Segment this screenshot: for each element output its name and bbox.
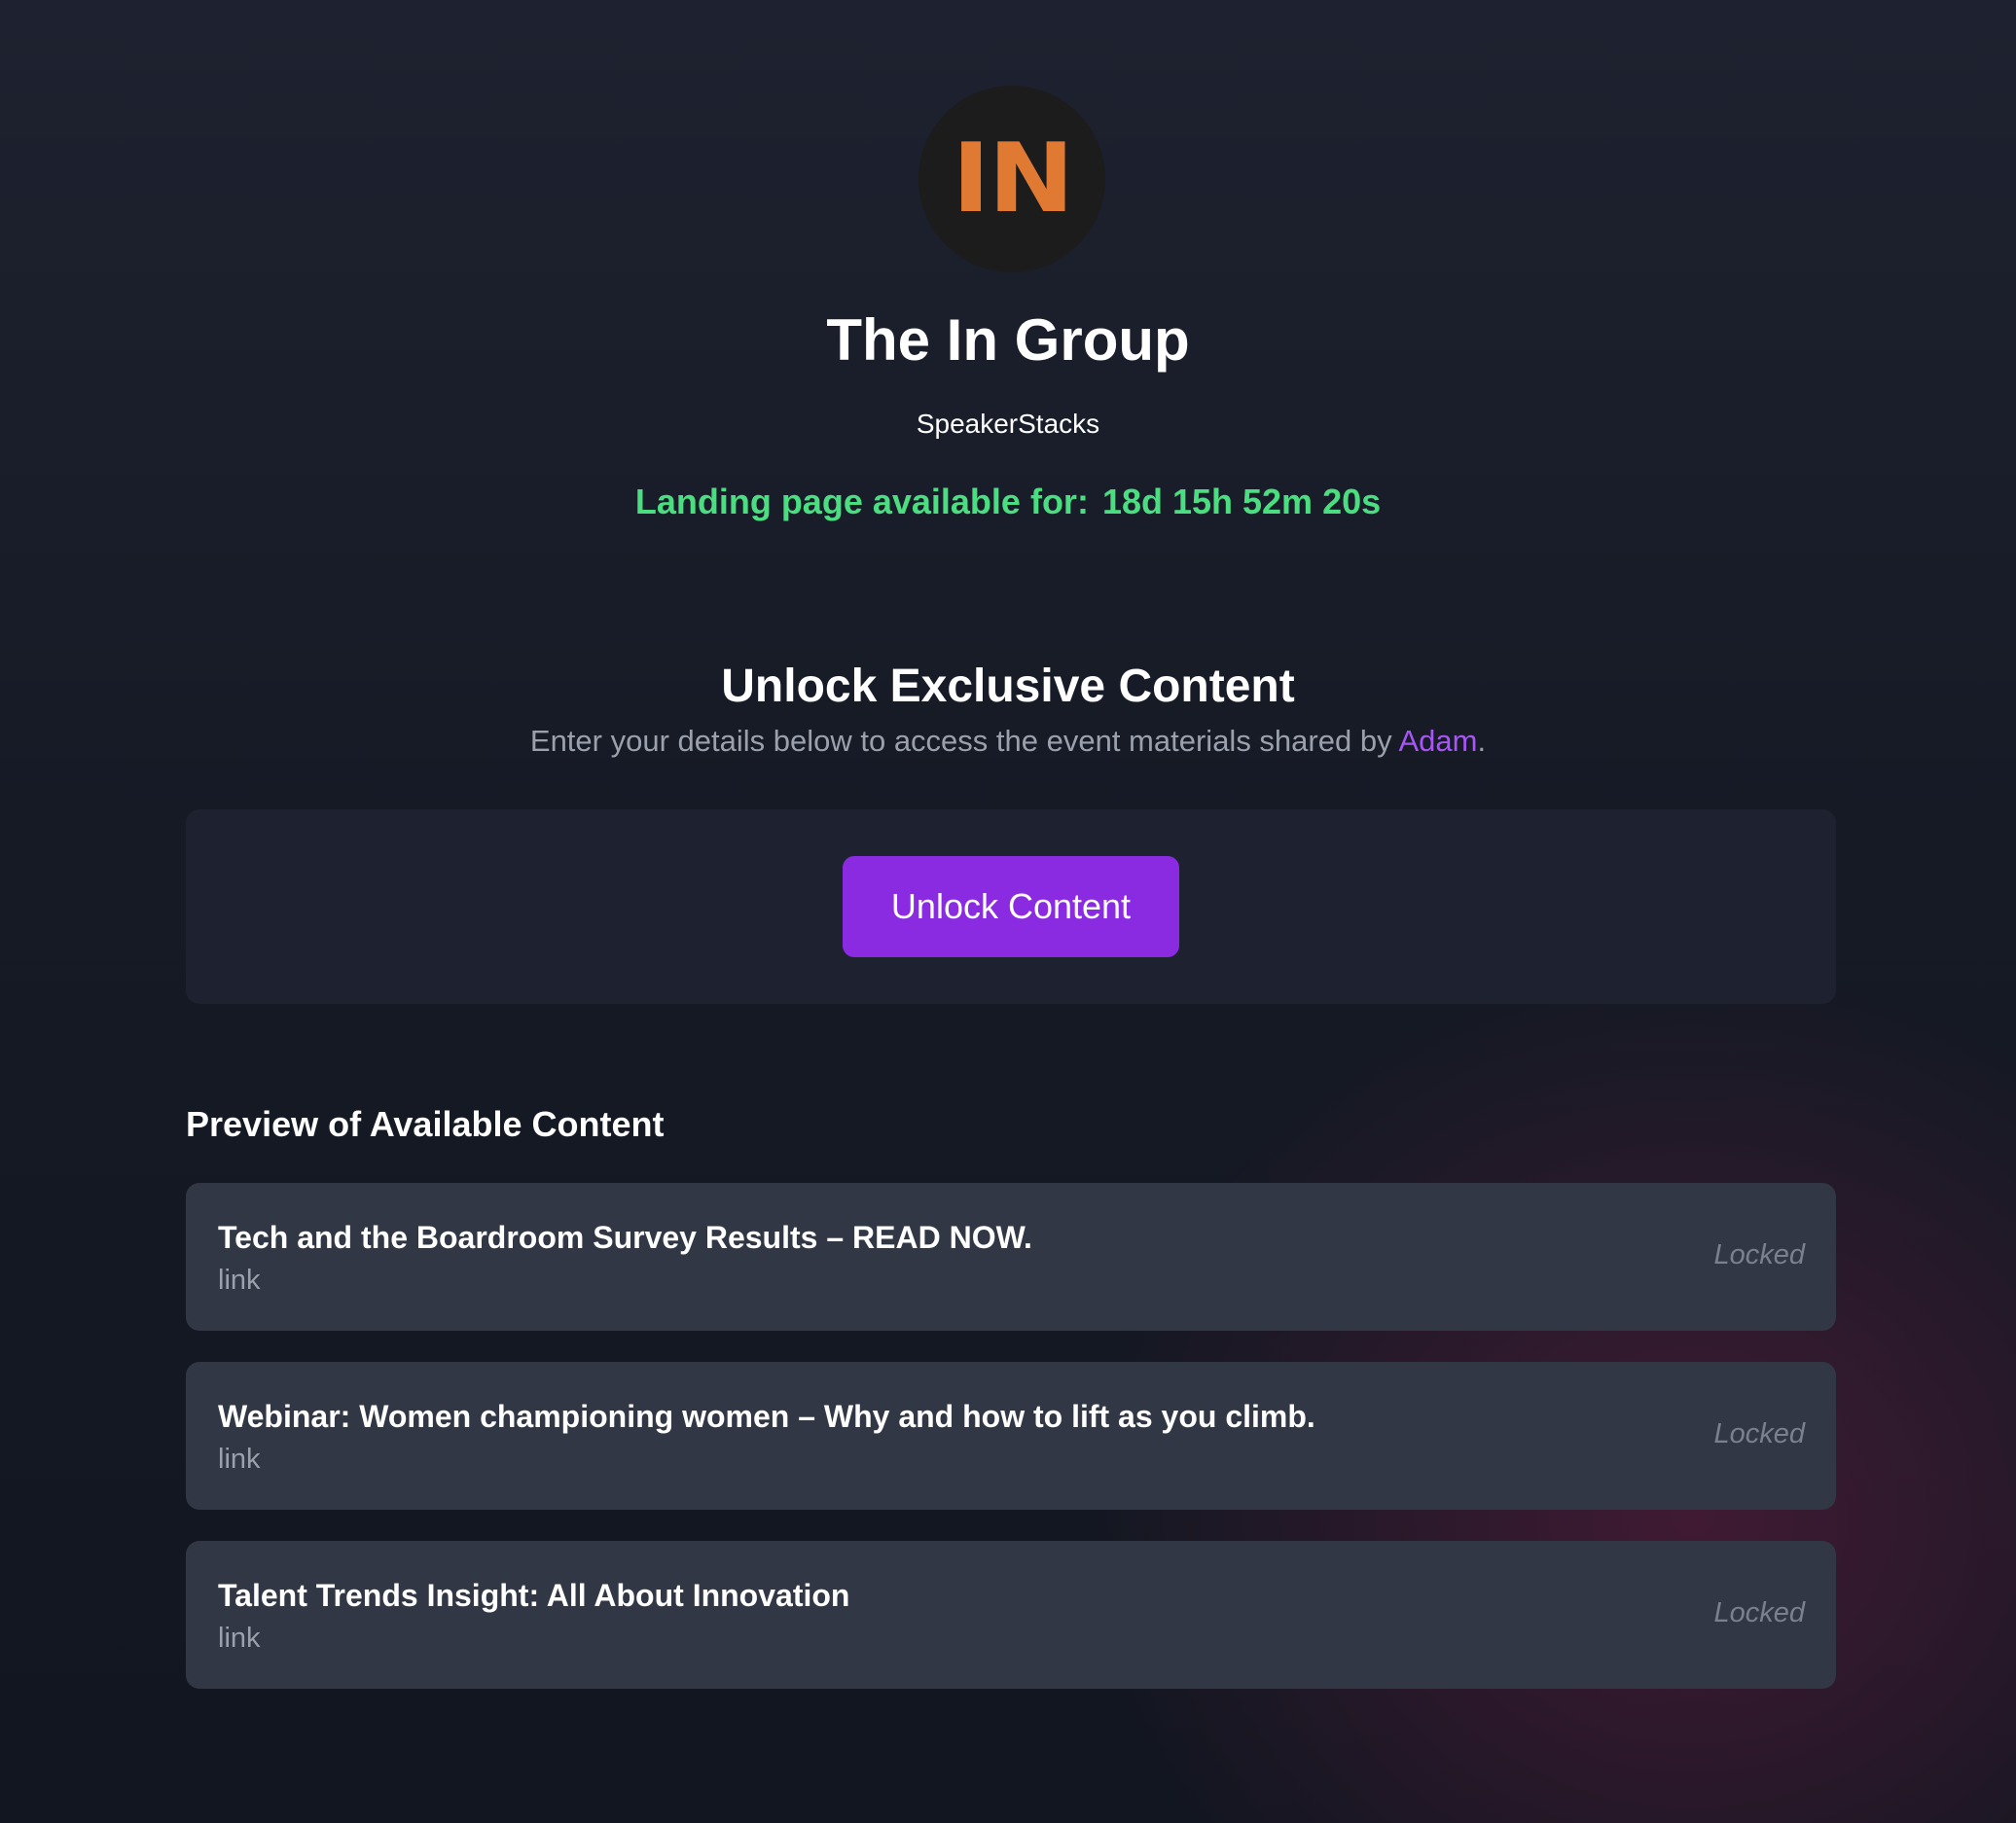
- unlock-heading: Unlock Exclusive Content: [721, 661, 1295, 712]
- content-item-type: link: [218, 1444, 261, 1475]
- content-item[interactable]: Webinar: Women championing women – Why a…: [186, 1362, 1836, 1510]
- content-item-title: Webinar: Women championing women – Why a…: [218, 1399, 1315, 1434]
- content-preview-list: Tech and the Boardroom Survey Results – …: [186, 1183, 1836, 1720]
- page-subtitle: SpeakerStacks: [916, 409, 1100, 439]
- unlock-panel: Unlock Content: [186, 809, 1836, 1004]
- content-item-title: Talent Trends Insight: All About Innovat…: [218, 1578, 850, 1613]
- unlock-content-button[interactable]: Unlock Content: [843, 856, 1179, 957]
- content-item-type: link: [218, 1623, 261, 1654]
- organization-logo: IN: [918, 86, 1105, 272]
- availability-countdown: Landing page available for: 18d 15h 52m 2…: [0, 481, 2016, 523]
- content-item-title: Tech and the Boardroom Survey Results – …: [218, 1220, 1032, 1255]
- unlock-description: Enter your details below to access the e…: [0, 722, 2016, 761]
- countdown-label: Landing page available for:: [634, 482, 1089, 521]
- logo-text: IN: [952, 124, 1074, 234]
- sharer-name: Adam: [1398, 724, 1478, 758]
- locked-status: Locked: [1713, 1418, 1805, 1449]
- locked-status: Locked: [1713, 1597, 1805, 1628]
- preview-heading: Preview of Available Content: [186, 1104, 665, 1144]
- landing-page: IN The In Group SpeakerStacks Landing pa…: [0, 0, 2016, 1823]
- content-item[interactable]: Talent Trends Insight: All About Innovat…: [186, 1541, 1836, 1689]
- page-title: The In Group: [826, 307, 1190, 373]
- unlock-description-text: Enter your details below to access the e…: [529, 724, 1399, 758]
- content-item[interactable]: Tech and the Boardroom Survey Results – …: [186, 1183, 1836, 1331]
- locked-status: Locked: [1713, 1239, 1805, 1270]
- unlock-description-period: .: [1477, 724, 1487, 758]
- countdown-value: 18d 15h 52m 20s: [1101, 482, 1382, 521]
- content-item-type: link: [218, 1265, 261, 1296]
